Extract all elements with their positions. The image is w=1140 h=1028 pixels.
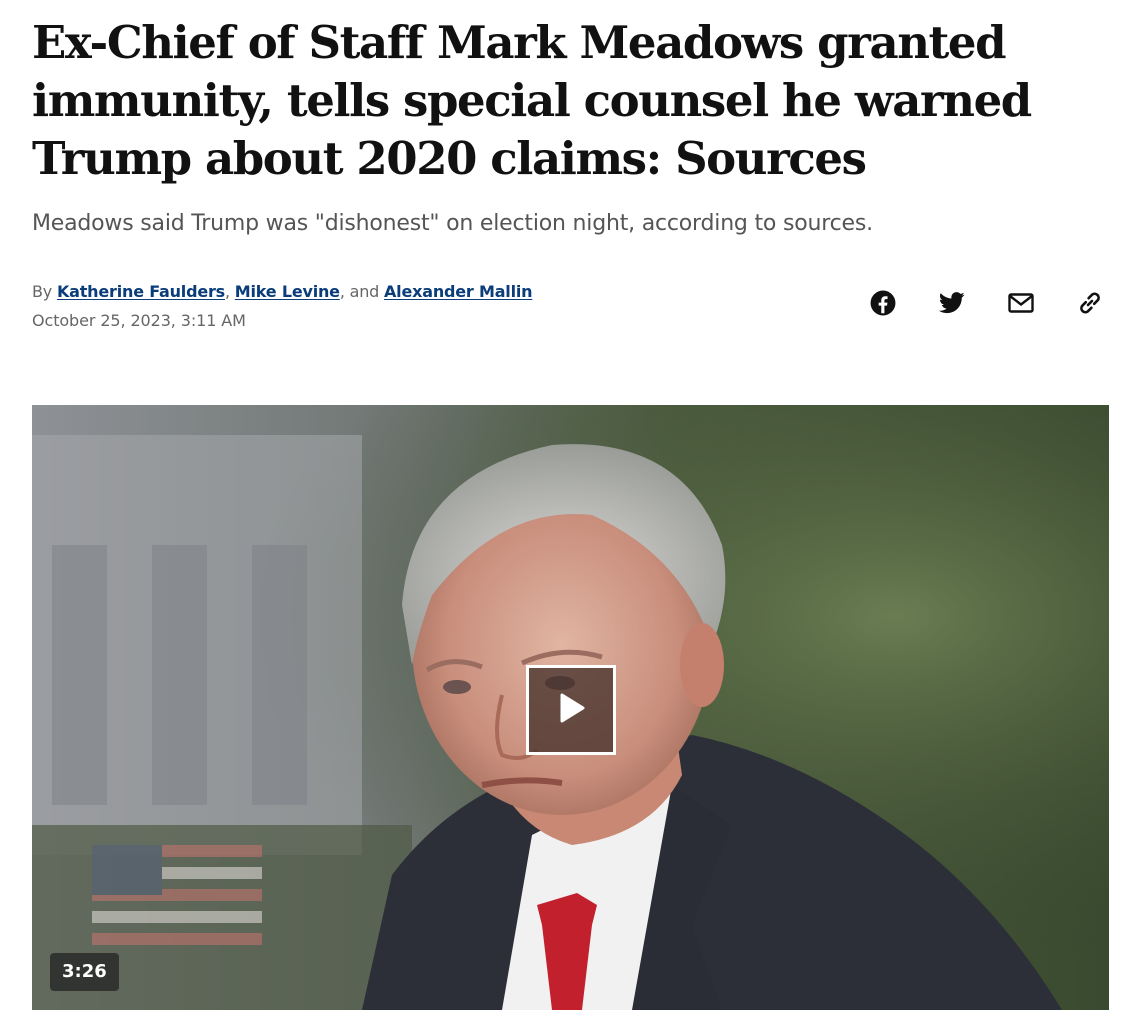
email-icon [1008, 293, 1034, 313]
author-link-mike-levine[interactable]: Mike Levine [235, 282, 340, 301]
copy-link-button[interactable] [1071, 284, 1109, 322]
share-facebook-button[interactable] [864, 284, 902, 322]
share-email-button[interactable] [1002, 284, 1040, 322]
twitter-icon [939, 292, 965, 314]
byline-conjunction: , and [339, 282, 380, 301]
byline-block: By Katherine Faulders, Mike Levine, and … [32, 280, 533, 333]
byline-separator: , [225, 282, 230, 301]
share-bar [833, 284, 1109, 322]
play-icon [553, 690, 589, 730]
author-link-alexander-mallin[interactable]: Alexander Mallin [384, 282, 533, 301]
play-button[interactable] [526, 665, 616, 755]
byline-prefix: By [32, 282, 53, 301]
publish-date: October 25, 2023, 3:11 AM [32, 311, 246, 330]
byline: By Katherine Faulders, Mike Levine, and … [32, 280, 533, 304]
video-player[interactable]: 3:26 [32, 405, 1109, 1010]
share-twitter-button[interactable] [933, 284, 971, 322]
link-icon [1076, 289, 1104, 317]
headline: Ex-Chief of Staff Mark Meadows granted i… [32, 16, 1032, 185]
subheadline: Meadows said Trump was "dishonest" on el… [32, 211, 873, 236]
video-duration-badge: 3:26 [50, 953, 119, 991]
facebook-icon [870, 290, 896, 316]
author-link-katherine-faulders[interactable]: Katherine Faulders [57, 282, 225, 301]
